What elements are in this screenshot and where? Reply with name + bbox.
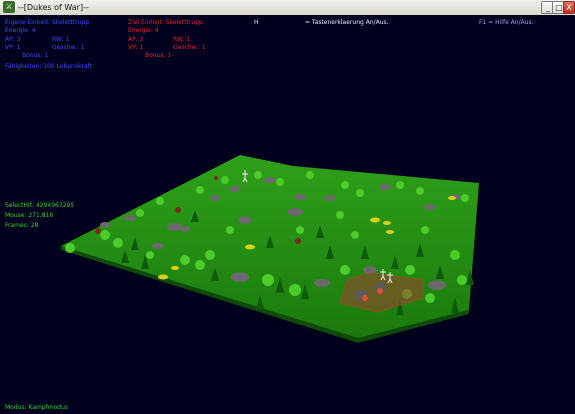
target-unit-label: Ziel Einheit: Skeletttrupp bbox=[128, 19, 203, 26]
own-unit-vp: VP: 1 bbox=[5, 44, 21, 51]
target-unit-energy: Energie: 4 bbox=[128, 27, 159, 34]
own-unit-speed: Geschw.: 1 bbox=[52, 44, 85, 51]
own-unit-rw: RW: 1 bbox=[52, 36, 70, 43]
debug-select-hit: SelectHit: 4294967295 bbox=[5, 202, 75, 209]
own-unit-ability: Fähigkeiten: 100 Lebenskraft bbox=[5, 63, 92, 70]
own-unit-label: Eigene Einheit: Skeletttrupp bbox=[5, 19, 90, 26]
app-icon: ⚔ bbox=[3, 1, 15, 13]
own-unit-ap: AP: 3 bbox=[5, 36, 21, 43]
close-button[interactable]: X bbox=[563, 1, 575, 14]
hotkey-f1-description: F1 = Hilfe An/Aus. bbox=[479, 19, 534, 26]
own-unit-energy: Energie: 4 bbox=[5, 27, 36, 34]
debug-mouse: Mouse: 271,816 bbox=[5, 212, 54, 219]
target-unit-bonus: Bonus: 1 bbox=[145, 52, 172, 59]
hotkey-h: H bbox=[254, 19, 259, 26]
mode-status: Modus: Kampfmodus bbox=[5, 404, 69, 411]
title-bar[interactable]: ⚔ --[Dukes of War]-- _ □ X bbox=[0, 0, 575, 16]
terrain-scene[interactable] bbox=[0, 15, 575, 414]
window-title: --[Dukes of War]-- bbox=[18, 3, 89, 12]
target-unit-ap: AP: 3 bbox=[128, 36, 144, 43]
target-unit-vp: VP: 1 bbox=[128, 44, 144, 51]
target-unit-rw: RW: 1 bbox=[173, 36, 191, 43]
game-viewport[interactable]: Eigene Einheit: Skeletttrupp Energie: 4 … bbox=[0, 15, 575, 414]
game-window: ⚔ --[Dukes of War]-- _ □ X Eigene Einhei… bbox=[0, 0, 575, 414]
hotkey-h-description: = Tastenerklaerung An/Aus. bbox=[305, 19, 389, 26]
debug-frames: Frames: 28 bbox=[5, 222, 39, 229]
target-unit-speed: Geschw.: 1 bbox=[173, 44, 206, 51]
own-unit-bonus: Bonus: 1 bbox=[22, 52, 49, 59]
